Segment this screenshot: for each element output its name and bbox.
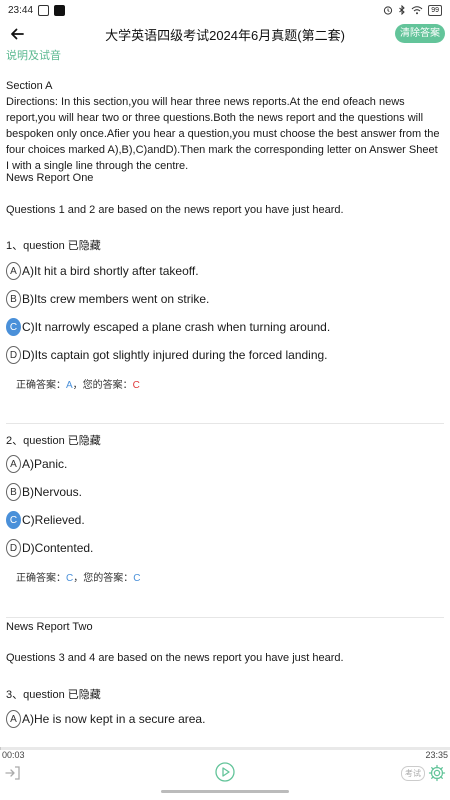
- alarm-icon: [384, 6, 393, 15]
- audio-progress[interactable]: 00:03 23:35: [0, 745, 450, 763]
- status-left: 23:44: [8, 4, 66, 16]
- back-arrow-icon: [11, 28, 24, 40]
- section-directions: Directions: In this section,you will hea…: [6, 96, 440, 172]
- q1-answer-line: 正确答案：A，您的答案：C: [16, 376, 140, 391]
- report-two-title: News Report Two: [6, 621, 93, 633]
- status-right: 99: [383, 4, 442, 16]
- page-title: 大学英语四级考试2024年6月真题(第二套): [105, 27, 345, 43]
- report-one-intro: Questions 1 and 2 are based on the news …: [6, 204, 344, 216]
- correct-answer-label: 正确答案：: [16, 573, 66, 584]
- q1-option-a[interactable]: A A)It hit a bird shortly after takeoff.: [6, 261, 199, 281]
- play-icon[interactable]: [215, 762, 235, 782]
- q2-option-c[interactable]: C C)Relieved.: [6, 510, 85, 530]
- correct-answer-value: A: [66, 380, 73, 391]
- progress-fill: [0, 747, 1, 750]
- option-text: B)Nervous.: [22, 485, 83, 499]
- option-letter: D: [6, 346, 21, 364]
- header: 大学英语四级考试2024年6月真题(第二套) 清除答案: [0, 21, 450, 47]
- section-heading: Section A: [6, 80, 53, 92]
- divider: [6, 617, 444, 618]
- option-text: C)Relieved.: [22, 513, 85, 527]
- your-answer-label: ，您的答案：: [73, 573, 134, 584]
- option-text: C)It narrowly escaped a plane crash when…: [22, 320, 331, 334]
- option-text: D)Contented.: [22, 541, 94, 555]
- question-3-title: 3、question 已隐藏: [6, 689, 101, 701]
- current-time: 00:03: [2, 750, 25, 760]
- option-text: A)Panic.: [22, 457, 68, 471]
- q2-answer-line: 正确答案：C，您的答案：C: [16, 569, 140, 584]
- status-time: 23:44: [8, 4, 34, 16]
- option-letter: A: [6, 455, 21, 473]
- player-controls: 考试: [0, 762, 450, 786]
- q2-option-d[interactable]: D D)Contented.: [6, 538, 93, 558]
- tiktok-notification-icon: [54, 4, 66, 16]
- total-time: 23:35: [425, 750, 448, 760]
- progress-track[interactable]: [0, 747, 450, 750]
- option-letter: B: [6, 483, 21, 501]
- option-text: B)Its crew members went on strike.: [22, 292, 210, 306]
- correct-answer-label: 正确答案：: [16, 380, 66, 391]
- home-indicator: [161, 790, 289, 793]
- intro-audio-link[interactable]: 说明及试音: [6, 47, 61, 63]
- q1-option-d[interactable]: D D)Its captain got slightly injured dur…: [6, 345, 328, 365]
- option-letter-selected: C: [6, 511, 21, 529]
- gallery-notification-icon: [38, 4, 50, 16]
- divider: [6, 423, 444, 424]
- question-content[interactable]: 说明及试音 Section A Directions: In this sect…: [0, 47, 450, 743]
- q1-option-b[interactable]: B B)Its crew members went on strike.: [6, 289, 209, 309]
- q2-option-a[interactable]: A A)Panic.: [6, 454, 67, 474]
- question-2-title: 2、question 已隐藏: [6, 435, 101, 447]
- battery-icon: 99: [428, 4, 442, 16]
- question-1-title: 1、question 已隐藏: [6, 240, 101, 252]
- status-bar: 23:44 99: [0, 0, 450, 20]
- report-two-intro: Questions 3 and 4 are based on the news …: [6, 652, 344, 664]
- report-one-title: News Report One: [6, 172, 94, 184]
- option-text: A)It hit a bird shortly after takeoff.: [22, 264, 199, 278]
- option-letter: D: [6, 539, 21, 557]
- bluetooth-icon: [399, 5, 405, 15]
- option-letter: A: [6, 710, 21, 728]
- option-text: D)Its captain got slightly injured durin…: [22, 348, 328, 362]
- your-answer-value: C: [133, 573, 141, 584]
- exit-icon[interactable]: [4, 764, 22, 782]
- wifi-icon: [411, 6, 423, 15]
- your-answer-label: ，您的答案：: [72, 380, 133, 391]
- q3-option-a[interactable]: A A)He is now kept in a secure area.: [6, 709, 205, 729]
- q2-option-b[interactable]: B B)Nervous.: [6, 482, 82, 502]
- option-text: A)He is now kept in a secure area.: [22, 712, 206, 726]
- clear-answers-button[interactable]: 清除答案: [395, 24, 445, 43]
- option-letter: A: [6, 262, 21, 280]
- q1-option-c[interactable]: C C)It narrowly escaped a plane crash wh…: [6, 317, 330, 337]
- option-letter-selected: C: [6, 318, 21, 336]
- your-answer-value: C: [132, 380, 140, 391]
- gear-icon[interactable]: [428, 764, 446, 782]
- option-letter: B: [6, 290, 21, 308]
- exam-mode-button[interactable]: 考试: [401, 766, 425, 781]
- back-button[interactable]: [6, 23, 28, 45]
